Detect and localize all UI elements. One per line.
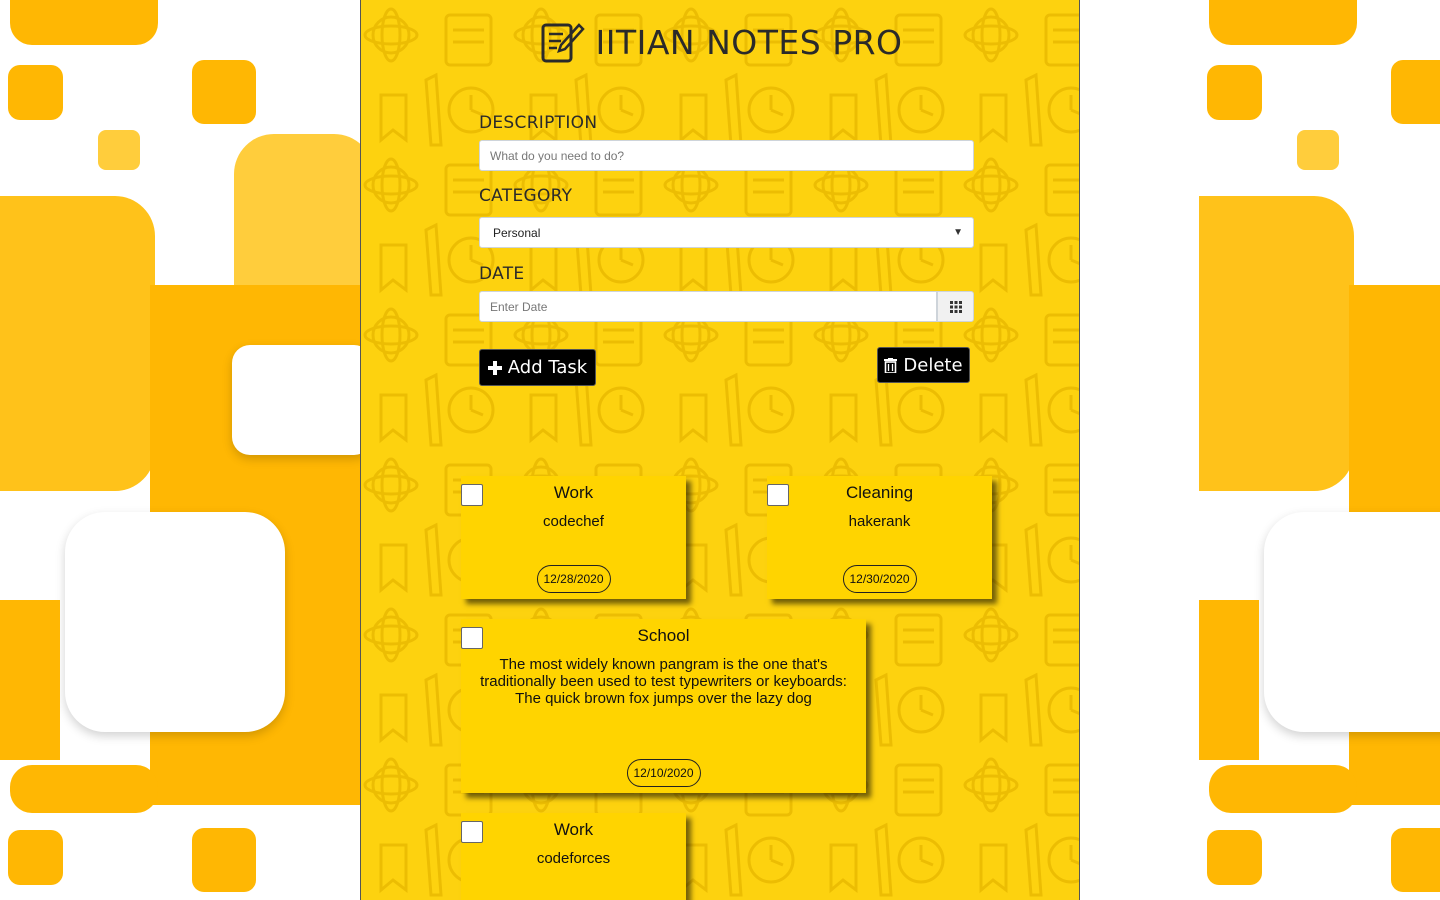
main-panel: IITIAN NOTES PRO DESCRIPTION What do you… <box>360 0 1080 900</box>
add-task-button[interactable]: Add Task <box>479 349 596 386</box>
plus-icon <box>487 360 502 375</box>
chevron-down-icon: ▼ <box>953 227 963 238</box>
calendar-grid-icon <box>949 300 962 313</box>
app-title: IITIAN NOTES PRO <box>595 22 903 62</box>
task-category: Cleaning <box>845 483 914 502</box>
task-description: The most widely known pangram is the one… <box>480 656 847 707</box>
add-task-label: Add Task <box>507 357 588 378</box>
task-card[interactable]: Cleaning hakerank 12/30/2020 <box>767 476 992 599</box>
task-category: Work <box>553 483 594 502</box>
app-header: IITIAN NOTES PRO <box>361 18 1079 66</box>
date-picker-button[interactable] <box>937 291 974 322</box>
notepad-pencil-icon <box>541 23 586 63</box>
delete-label: Delete <box>903 354 963 376</box>
category-select[interactable]: Personal ▼ <box>479 217 974 248</box>
task-card[interactable]: Work codeforces <box>461 813 686 900</box>
task-card[interactable]: School The most widely known pangram is … <box>461 619 866 793</box>
task-description: codechef <box>543 513 604 530</box>
description-input[interactable]: What do you need to do? <box>479 140 974 171</box>
task-description: codeforces <box>536 850 611 867</box>
date-input[interactable]: Enter Date <box>479 291 937 322</box>
category-label: CATEGORY <box>479 186 573 206</box>
task-description: hakerank <box>848 513 911 530</box>
description-label: DESCRIPTION <box>479 113 598 133</box>
trash-icon <box>884 357 898 373</box>
task-card[interactable]: Work codechef 12/28/2020 <box>461 476 686 599</box>
task-date-badge: 12/30/2020 <box>842 565 917 593</box>
category-selected-value: Personal <box>493 225 541 240</box>
description-placeholder: What do you need to do? <box>490 148 625 163</box>
date-label: DATE <box>479 264 525 284</box>
date-placeholder: Enter Date <box>490 299 548 314</box>
task-date-badge: 12/28/2020 <box>536 565 611 593</box>
task-category: School <box>637 626 690 645</box>
right-decorative-background <box>1199 0 1440 900</box>
task-category: Work <box>553 820 594 839</box>
task-date-badge: 12/10/2020 <box>626 759 701 787</box>
delete-button[interactable]: Delete <box>877 347 970 383</box>
left-decorative-background <box>0 0 361 900</box>
